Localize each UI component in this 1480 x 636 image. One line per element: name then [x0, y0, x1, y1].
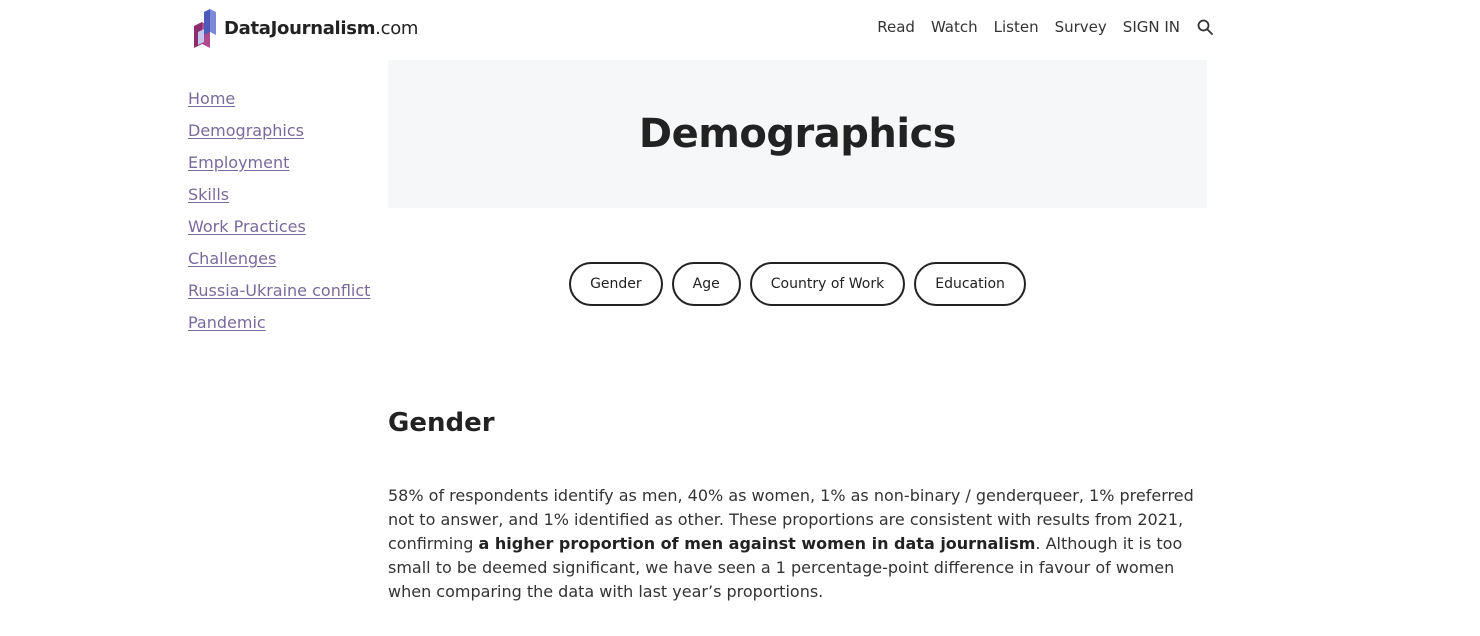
- nav-survey[interactable]: Survey: [1055, 16, 1107, 38]
- pill-education[interactable]: Education: [914, 262, 1026, 306]
- pill-age[interactable]: Age: [671, 262, 741, 306]
- sidebar-item-demographics: Demographics: [188, 118, 370, 150]
- logo-brand: DataJournalism: [224, 17, 376, 39]
- sidebar-link-work-practices[interactable]: Work Practices: [188, 217, 306, 236]
- sidebar-link-home[interactable]: Home: [188, 89, 235, 108]
- pill-country-of-work[interactable]: Country of Work: [749, 262, 906, 306]
- sidebar-item-work-practices: Work Practices: [188, 214, 370, 246]
- sidebar-link-pandemic[interactable]: Pandemic: [188, 313, 266, 332]
- nav-watch[interactable]: Watch: [931, 16, 978, 38]
- nav-listen[interactable]: Listen: [994, 16, 1039, 38]
- sidebar-item-skills: Skills: [188, 182, 370, 214]
- pill-gender[interactable]: Gender: [569, 262, 663, 306]
- section-filter-pills: Gender Age Country of Work Education: [0, 262, 1480, 306]
- gender-paragraph: 58% of respondents identify as men, 40% …: [388, 484, 1198, 604]
- section-heading-gender: Gender: [388, 408, 495, 438]
- sidebar-link-skills[interactable]: Skills: [188, 185, 229, 204]
- hero-banner: Demographics: [388, 60, 1207, 208]
- logo-mark-icon: [194, 9, 216, 48]
- nav-sign-in[interactable]: SIGN IN: [1123, 16, 1180, 38]
- logo-wordmark: DataJournalism.com: [224, 18, 418, 39]
- page-title: Demographics: [638, 111, 957, 157]
- sidebar-item-pandemic: Pandemic: [188, 310, 370, 342]
- sidebar-link-demographics[interactable]: Demographics: [188, 121, 304, 140]
- sidebar-item-employment: Employment: [188, 150, 370, 182]
- paragraph-bold-text: a higher proportion of men against women…: [478, 534, 1036, 553]
- site-logo[interactable]: DataJournalism.com: [192, 8, 418, 48]
- nav-read[interactable]: Read: [877, 16, 915, 38]
- search-button[interactable]: [1196, 18, 1214, 36]
- logo-suffix: .com: [375, 17, 419, 39]
- sidebar-item-home: Home: [188, 86, 370, 118]
- page: DataJournalism.com Read Watch Listen Sur…: [0, 0, 1480, 636]
- sidebar-link-employment[interactable]: Employment: [188, 153, 289, 172]
- top-navigation: Read Watch Listen Survey SIGN IN: [877, 16, 1214, 38]
- search-icon: [1197, 19, 1213, 35]
